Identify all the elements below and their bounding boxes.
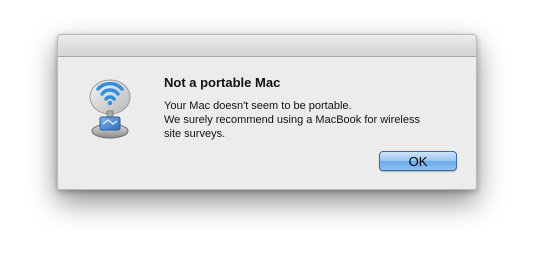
alert-title: Not a portable Mac [164, 75, 281, 90]
message-line: Your Mac doesn't seem to be portable. [164, 100, 352, 112]
alert-dialog: Not a portable Mac Your Mac doesn't seem… [57, 34, 477, 190]
dialog-titlebar [58, 35, 476, 57]
wifi-radar-satellite-icon [89, 79, 131, 139]
message-line: site surveys. [164, 128, 226, 140]
alert-message: Your Mac doesn't seem to be portable. We… [164, 99, 464, 141]
message-line: We surely recommend using a MacBook for … [164, 114, 420, 126]
ok-button[interactable]: OK [379, 151, 457, 171]
